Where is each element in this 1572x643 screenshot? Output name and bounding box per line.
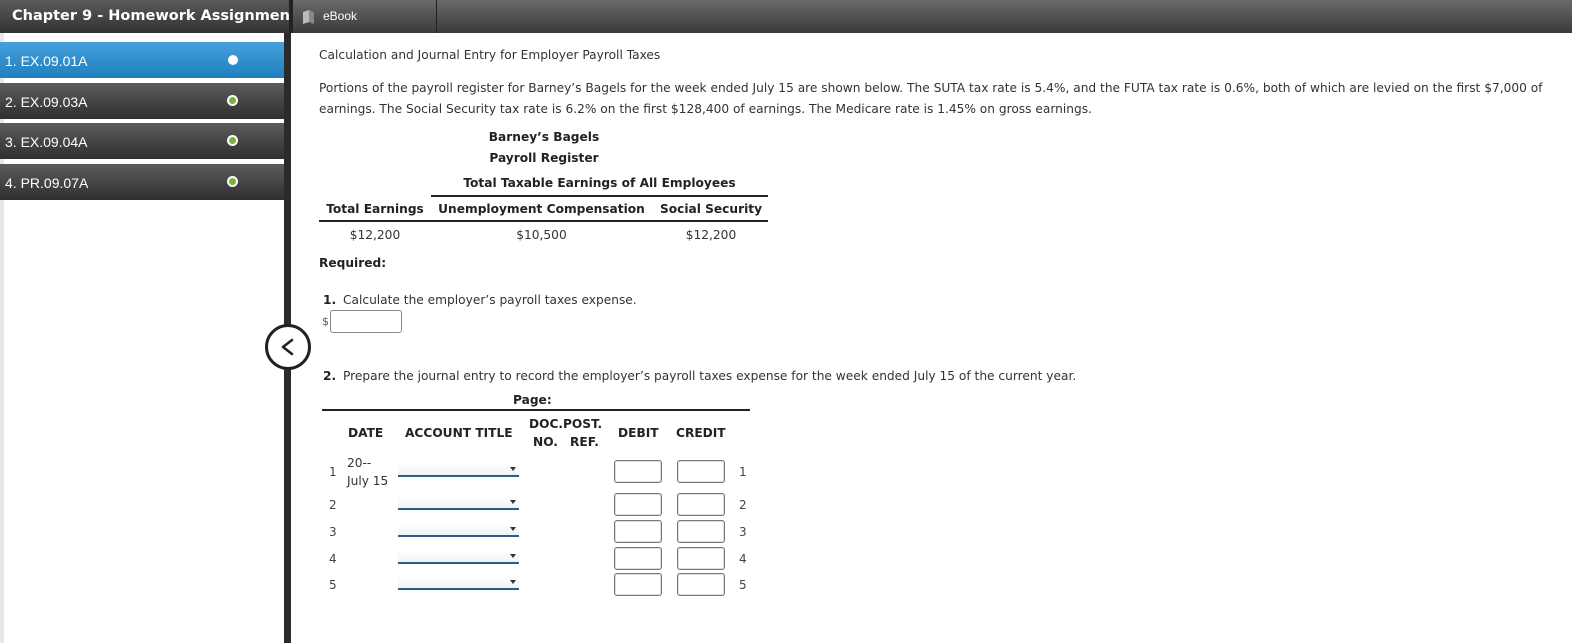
question-title: Calculation and Journal Entry for Employ… bbox=[319, 48, 661, 62]
register-group-header: Total Taxable Earnings of All Employees bbox=[463, 176, 736, 190]
journal-year: 20-- bbox=[347, 456, 372, 470]
col-unemployment-compensation: Unemployment Compensation bbox=[438, 202, 645, 216]
current-status-icon bbox=[228, 55, 238, 65]
debit-input[interactable] bbox=[614, 520, 662, 543]
journal-row-number: 5 bbox=[739, 578, 747, 592]
assignment-title: Chapter 9 - Homework Assignment : bbox=[0, 0, 289, 33]
debit-input[interactable] bbox=[614, 573, 662, 596]
journal-row-number: 3 bbox=[739, 525, 747, 539]
payroll-taxes-expense-input[interactable] bbox=[330, 310, 402, 333]
account-title-select[interactable] bbox=[398, 463, 519, 477]
part1-number: 1. bbox=[323, 293, 337, 307]
credit-input[interactable] bbox=[677, 547, 725, 570]
credit-input[interactable] bbox=[677, 573, 725, 596]
credit-input[interactable] bbox=[677, 493, 725, 516]
answered-status-icon bbox=[227, 95, 238, 106]
journal-row-number: 3 bbox=[329, 525, 337, 539]
register-company: Barney’s Bagels bbox=[488, 130, 600, 144]
value-unemployment-compensation: $10,500 bbox=[516, 228, 567, 242]
book-icon bbox=[303, 10, 314, 24]
journal-col-doc: DOC. bbox=[529, 417, 564, 431]
register-header-rule bbox=[319, 220, 768, 222]
sidebar-item-label: 3. EX.09.04A bbox=[5, 134, 88, 150]
credit-input[interactable] bbox=[677, 460, 725, 483]
required-label: Required: bbox=[319, 256, 387, 270]
journal-top-rule bbox=[322, 409, 750, 411]
journal-row-number: 4 bbox=[329, 552, 337, 566]
answered-status-icon bbox=[227, 176, 238, 187]
account-title-select[interactable] bbox=[398, 576, 519, 590]
journal-row-number: 1 bbox=[329, 465, 337, 479]
account-title-select[interactable] bbox=[398, 550, 519, 564]
journal-col-post: POST. bbox=[563, 417, 603, 431]
journal-col-date: DATE bbox=[348, 426, 384, 440]
question-panel: Calculation and Journal Entry for Employ… bbox=[319, 0, 1559, 643]
currency-symbol: $ bbox=[322, 315, 329, 328]
credit-input[interactable] bbox=[677, 520, 725, 543]
part2-number: 2. bbox=[323, 369, 337, 383]
debit-input[interactable] bbox=[614, 547, 662, 570]
value-social-security: $12,200 bbox=[685, 228, 737, 242]
journal-col-debit: DEBIT bbox=[618, 426, 659, 440]
value-total-earnings: $12,200 bbox=[349, 228, 401, 242]
part1-text: Calculate the employer’s payroll taxes e… bbox=[343, 293, 637, 307]
sidebar-item-label: 4. PR.09.07A bbox=[5, 175, 89, 191]
register-name: Payroll Register bbox=[489, 151, 599, 165]
account-title-select[interactable] bbox=[398, 496, 519, 510]
chevron-left-icon bbox=[281, 338, 294, 356]
question-description: Portions of the payroll register for Bar… bbox=[319, 81, 1543, 116]
journal-date: July 15 bbox=[347, 474, 389, 488]
col-total-earnings: Total Earnings bbox=[326, 202, 424, 216]
journal-col-post-ref: REF. bbox=[570, 435, 599, 449]
journal-page-label: Page: bbox=[513, 393, 552, 407]
journal-col-credit: CREDIT bbox=[676, 426, 726, 440]
debit-input[interactable] bbox=[614, 493, 662, 516]
journal-col-account-title: ACCOUNT TITLE bbox=[405, 426, 513, 440]
account-title-select[interactable] bbox=[398, 523, 519, 537]
journal-row-number: 2 bbox=[739, 498, 747, 512]
journal-row-number: 4 bbox=[739, 552, 747, 566]
col-social-security: Social Security bbox=[659, 202, 763, 216]
sidebar-item-label: 2. EX.09.03A bbox=[5, 94, 88, 110]
journal-row-number: 5 bbox=[329, 578, 337, 592]
group-header-rule bbox=[431, 195, 768, 197]
journal-col-doc-no: NO. bbox=[533, 435, 558, 449]
debit-input[interactable] bbox=[614, 460, 662, 483]
journal-row-number: 2 bbox=[329, 498, 337, 512]
part2-text: Prepare the journal entry to record the … bbox=[343, 369, 1077, 383]
sidebar-item-pr-09-07a[interactable]: 4. PR.09.07A bbox=[0, 164, 284, 200]
sidebar-item-label: 1. EX.09.01A bbox=[5, 53, 88, 69]
collapse-sidebar-button[interactable] bbox=[265, 324, 311, 370]
answered-status-icon bbox=[227, 135, 238, 146]
sidebar-item-ex-09-04a[interactable]: 3. EX.09.04A bbox=[0, 123, 284, 159]
sidebar-item-ex-09-03a[interactable]: 2. EX.09.03A bbox=[0, 83, 284, 119]
journal-row-number: 1 bbox=[739, 465, 747, 479]
sidebar-item-ex-09-01a[interactable]: 1. EX.09.01A bbox=[0, 42, 284, 78]
